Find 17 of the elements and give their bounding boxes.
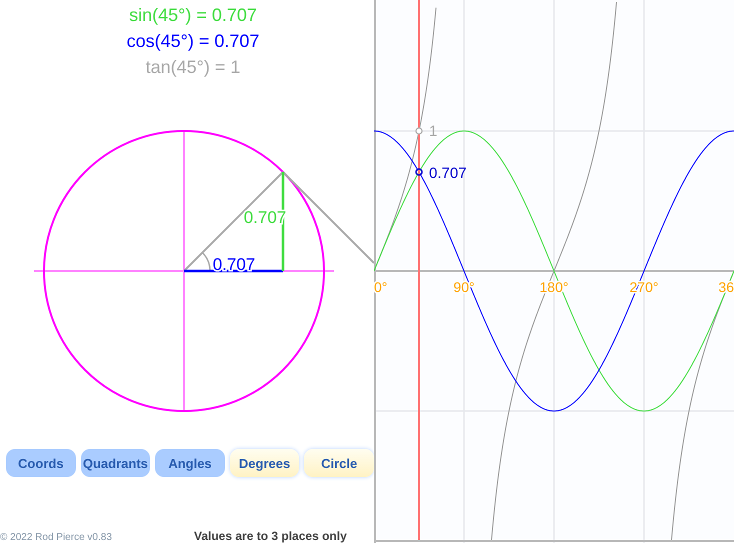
trig-readout: tan(45°) = 1 (146, 56, 240, 79)
trig-readout: cos(45°) = 0.707 (126, 30, 260, 53)
trig-readout: sin(45°) = 0.707 (129, 4, 257, 27)
toggle-button[interactable]: Circle (304, 449, 374, 477)
cosine-point (415, 168, 423, 176)
copyright-text: © 2022 Rod Pierce v0.83 (0, 532, 113, 543)
angle-arc (202, 252, 211, 272)
x-tick-label: 0° (374, 279, 388, 295)
cosine-value-label: 0.707 (212, 255, 256, 274)
toggle-button[interactable]: Degrees (230, 449, 300, 477)
toggle-button[interactable]: Angles (155, 449, 225, 477)
tangent-point-label: 1 (429, 123, 438, 140)
toggle-button[interactable]: Quadrants (80, 449, 150, 477)
precision-note: Values are to 3 places only (194, 529, 347, 543)
cosine-point-label: 0.707 (429, 165, 467, 182)
toggle-button[interactable]: Coords (6, 449, 76, 477)
tangent-point (415, 127, 423, 135)
